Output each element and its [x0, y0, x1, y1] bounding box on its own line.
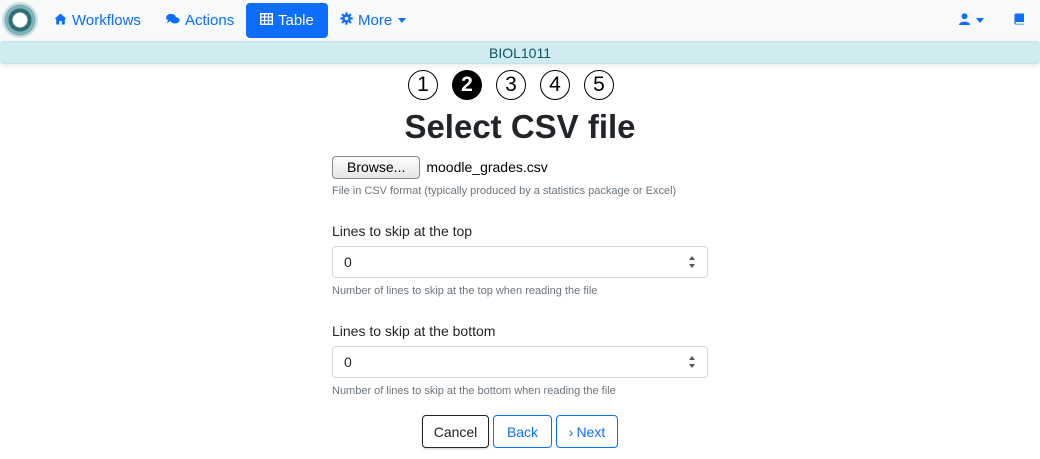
- nav-table-label: Table: [278, 12, 314, 29]
- nav-workflows-label: Workflows: [72, 12, 141, 29]
- docs-link[interactable]: [1013, 3, 1025, 38]
- top-navbar: Workflows Actions Table More: [0, 0, 1040, 41]
- table-icon: [259, 12, 274, 29]
- chevron-right-icon: ›: [568, 423, 574, 440]
- skip-bottom-input[interactable]: 0: [332, 346, 708, 378]
- step-4: 4: [540, 70, 570, 100]
- user-menu-dropdown[interactable]: [959, 3, 984, 38]
- spinner-icon[interactable]: [688, 256, 695, 268]
- nav-table[interactable]: Table: [246, 3, 328, 38]
- back-button[interactable]: Back: [493, 415, 552, 448]
- nav-actions[interactable]: Actions: [166, 3, 234, 38]
- gear-icon: [340, 12, 353, 29]
- nav-workflows[interactable]: Workflows: [54, 3, 141, 38]
- chevron-down-icon: [398, 18, 407, 23]
- nav-actions-label: Actions: [185, 12, 235, 29]
- skip-top-input[interactable]: 0: [332, 246, 708, 278]
- file-help-text: File in CSV format (typically produced b…: [332, 185, 677, 197]
- selected-file-name: moodle_grades.csv: [426, 159, 548, 175]
- home-icon: [54, 12, 67, 29]
- step-1: 1: [408, 70, 438, 100]
- skip-bottom-value: 0: [344, 354, 352, 370]
- next-button-label: Next: [576, 423, 606, 440]
- browse-button[interactable]: Browse...: [332, 155, 421, 179]
- nav-more-label: More: [358, 12, 393, 29]
- course-name-banner: BIOL1011: [0, 41, 1040, 64]
- chevron-down-icon: [976, 18, 984, 23]
- skip-bottom-help: Number of lines to skip at the bottom wh…: [332, 385, 616, 397]
- skip-top-label: Lines to skip at the top: [332, 223, 473, 239]
- skip-bottom-label: Lines to skip at the bottom: [332, 323, 496, 339]
- next-button[interactable]: › Next: [556, 415, 618, 448]
- file-picker: Browse... moodle_grades.csv: [332, 155, 708, 179]
- user-icon: [959, 12, 970, 29]
- course-name: BIOL1011: [488, 44, 551, 61]
- comments-icon: [166, 12, 180, 29]
- app-logo[interactable]: [2, 2, 38, 38]
- step-5: 5: [584, 70, 614, 100]
- cancel-button[interactable]: Cancel: [422, 415, 489, 448]
- csv-upload-form: Browse... moodle_grades.csv File in CSV …: [332, 155, 708, 397]
- page-title: Select CSV file: [404, 108, 636, 145]
- step-3: 3: [496, 70, 526, 100]
- wizard-steps: 1 2 3 4 5: [408, 70, 614, 100]
- nav-more-dropdown[interactable]: More: [340, 3, 407, 38]
- book-icon: [1013, 12, 1025, 29]
- skip-top-value: 0: [344, 254, 352, 270]
- skip-top-help: Number of lines to skip at the top when …: [332, 285, 598, 297]
- step-2-current: 2: [452, 70, 482, 100]
- spinner-icon[interactable]: [688, 356, 695, 368]
